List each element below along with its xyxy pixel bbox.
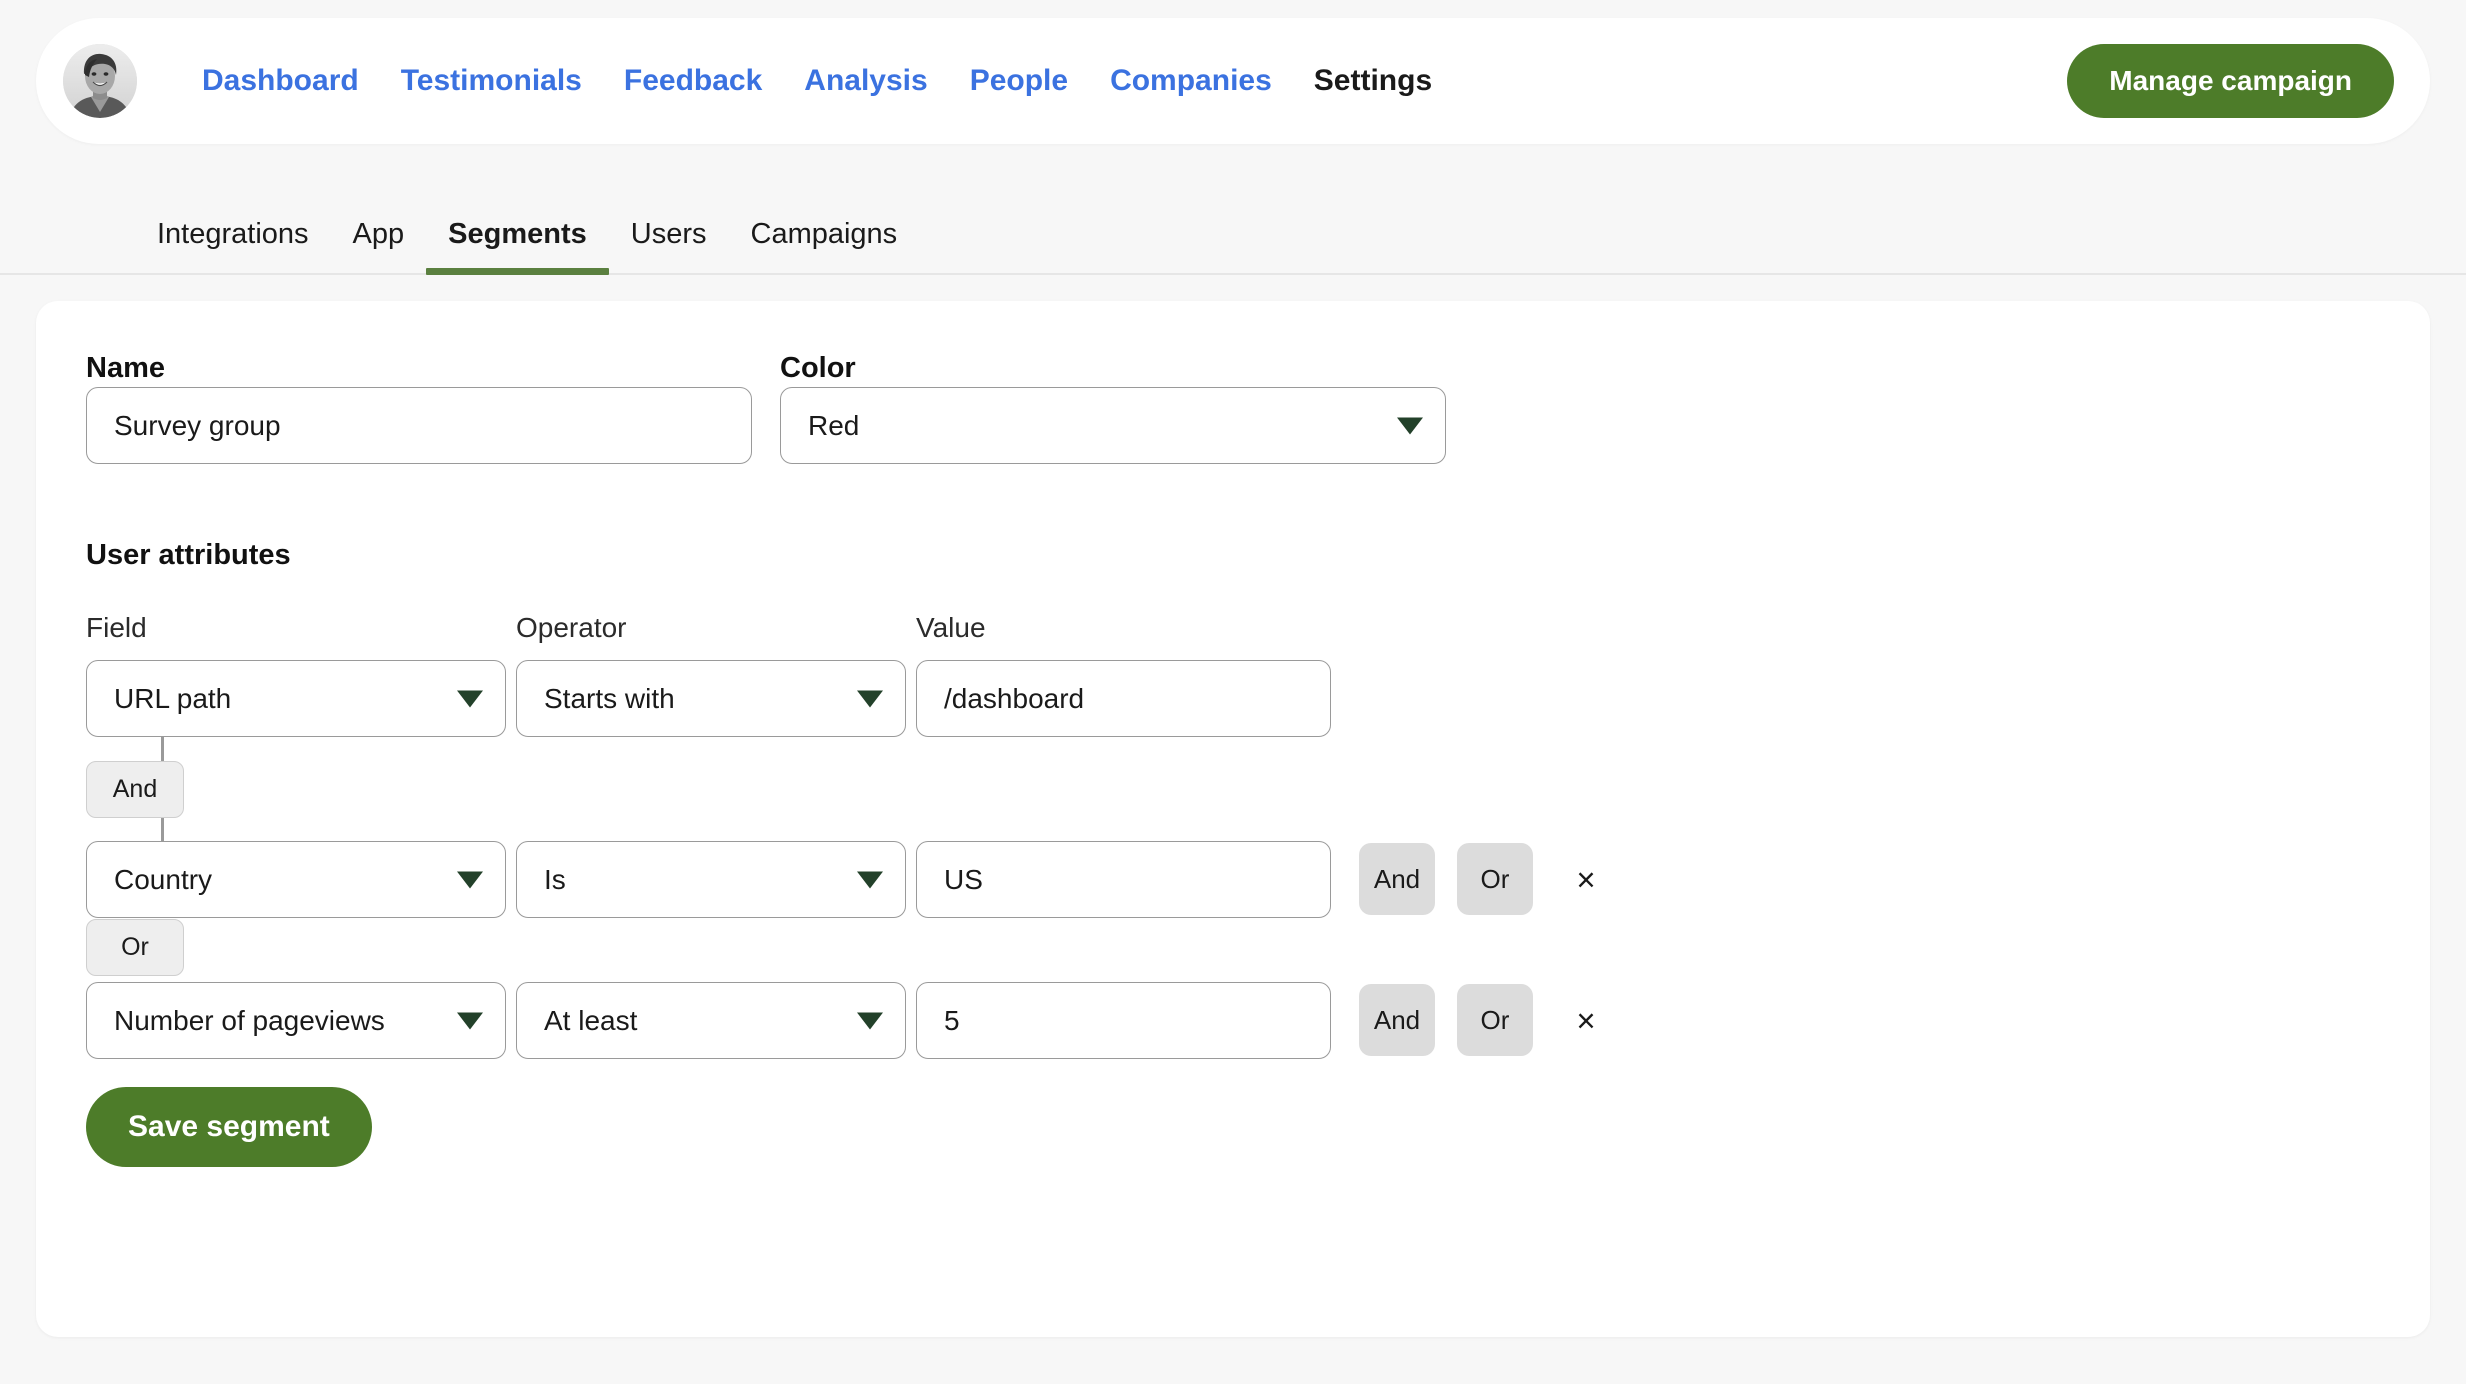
chevron-down-icon bbox=[857, 1012, 883, 1029]
condition-or-button-3[interactable]: Or bbox=[1457, 984, 1533, 1056]
tab-campaigns[interactable]: Campaigns bbox=[729, 218, 920, 273]
condition-field-select-2[interactable]: Country bbox=[86, 841, 506, 918]
tab-app[interactable]: App bbox=[331, 218, 427, 273]
chevron-down-icon bbox=[457, 1012, 483, 1029]
condition-operator-value-2: Is bbox=[544, 864, 566, 896]
condition-remove-button-3[interactable]: × bbox=[1564, 998, 1608, 1042]
condition-or-button-2[interactable]: Or bbox=[1457, 843, 1533, 915]
user-attributes-label: User attributes bbox=[86, 539, 291, 572]
condition-field-select-1[interactable]: URL path bbox=[86, 660, 506, 737]
chevron-down-icon bbox=[1397, 417, 1423, 434]
condition-field-value-2: Country bbox=[114, 864, 212, 896]
connector-or[interactable]: Or bbox=[86, 919, 184, 976]
nav-link-testimonials[interactable]: Testimonials bbox=[380, 64, 603, 98]
condition-field-value-1: URL path bbox=[114, 683, 231, 715]
color-label: Color bbox=[780, 352, 856, 385]
condition-operator-value-1: Starts with bbox=[544, 683, 675, 715]
avatar[interactable] bbox=[63, 44, 137, 118]
condition-operator-select-2[interactable]: Is bbox=[516, 841, 906, 918]
settings-tab-bar: Integrations App Segments Users Campaign… bbox=[0, 176, 2466, 275]
segment-color-value: Red bbox=[808, 410, 859, 442]
chevron-down-icon bbox=[457, 690, 483, 707]
condition-value-input-1[interactable]: /dashboard bbox=[916, 660, 1331, 737]
column-header-value: Value bbox=[916, 612, 986, 644]
avatar-image bbox=[63, 44, 137, 118]
nav-link-dashboard[interactable]: Dashboard bbox=[181, 64, 380, 98]
condition-value-input-3[interactable]: 5 bbox=[916, 982, 1331, 1059]
connector-line-top bbox=[161, 737, 164, 761]
condition-field-select-3[interactable]: Number of pageviews bbox=[86, 982, 506, 1059]
connector-and[interactable]: And bbox=[86, 761, 184, 818]
chevron-down-icon bbox=[457, 871, 483, 888]
segment-editor-card: Name Survey group Color Red User attribu… bbox=[36, 301, 2430, 1337]
nav-link-settings[interactable]: Settings bbox=[1293, 64, 1453, 98]
nav-link-people[interactable]: People bbox=[949, 64, 1089, 98]
condition-operator-select-1[interactable]: Starts with bbox=[516, 660, 906, 737]
segment-color-select[interactable]: Red bbox=[780, 387, 1446, 464]
condition-operator-value-3: At least bbox=[544, 1005, 637, 1037]
top-header-bar: Dashboard Testimonials Feedback Analysis… bbox=[36, 18, 2430, 144]
tab-segments[interactable]: Segments bbox=[426, 218, 609, 273]
condition-value-input-2[interactable]: US bbox=[916, 841, 1331, 918]
name-label: Name bbox=[86, 352, 165, 385]
condition-field-value-3: Number of pageviews bbox=[114, 1005, 385, 1037]
condition-operator-select-3[interactable]: At least bbox=[516, 982, 906, 1059]
nav-link-feedback[interactable]: Feedback bbox=[603, 64, 783, 98]
condition-and-button-2[interactable]: And bbox=[1359, 843, 1435, 915]
tab-integrations[interactable]: Integrations bbox=[135, 218, 331, 273]
save-segment-button[interactable]: Save segment bbox=[86, 1087, 372, 1167]
column-header-operator: Operator bbox=[516, 612, 627, 644]
nav-link-analysis[interactable]: Analysis bbox=[783, 64, 948, 98]
segment-name-input[interactable]: Survey group bbox=[86, 387, 752, 464]
manage-campaign-button[interactable]: Manage campaign bbox=[2067, 44, 2394, 118]
tab-users[interactable]: Users bbox=[609, 218, 729, 273]
column-header-field: Field bbox=[86, 612, 147, 644]
condition-remove-button-2[interactable]: × bbox=[1564, 857, 1608, 901]
nav-link-companies[interactable]: Companies bbox=[1089, 64, 1293, 98]
chevron-down-icon bbox=[857, 871, 883, 888]
main-navigation: Dashboard Testimonials Feedback Analysis… bbox=[181, 64, 1453, 98]
chevron-down-icon bbox=[857, 690, 883, 707]
connector-line-bottom bbox=[161, 818, 164, 841]
condition-and-button-3[interactable]: And bbox=[1359, 984, 1435, 1056]
